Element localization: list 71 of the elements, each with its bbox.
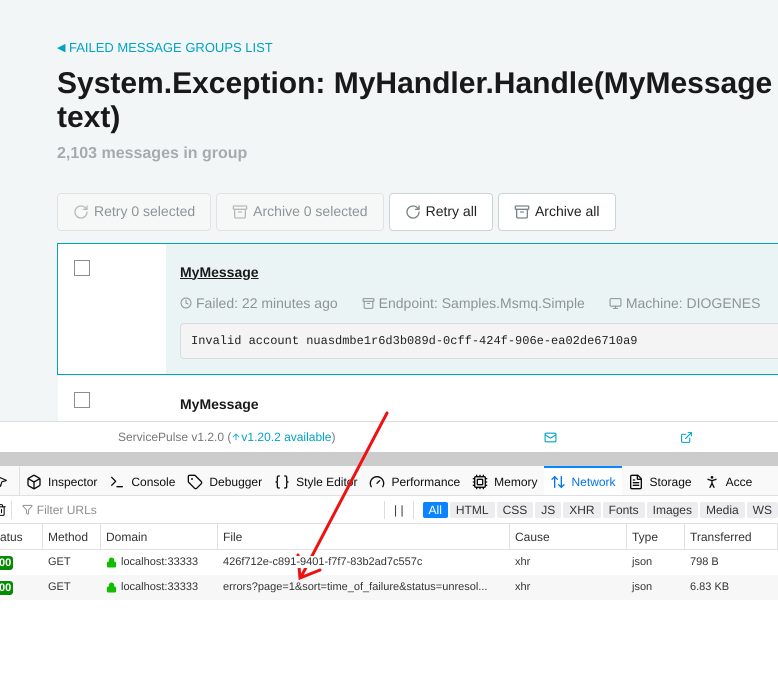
message-checkbox[interactable] xyxy=(74,392,90,408)
storage-icon xyxy=(628,474,644,490)
filter-icon xyxy=(22,504,33,515)
type-filter-button[interactable]: XHR xyxy=(563,502,601,518)
domain-cell-text: localhost:33333 xyxy=(121,580,198,596)
message-name[interactable]: MyMessage xyxy=(180,262,778,282)
message-card[interactable]: MyMessage Failed: 22 minutes ago Endpoint: Samples.Msmq.Simple Machine: DIOGENES Invalid account nuasdmbe1r6d3b089d-0cff-424f-906e-ea02de6710a9 xyxy=(57,242,778,374)
action-button[interactable]: Retry all xyxy=(388,192,493,230)
devtools-tab[interactable]: Debugger xyxy=(181,466,268,495)
external-link-icon[interactable] xyxy=(680,430,693,444)
column-header[interactable]: atus xyxy=(0,528,23,546)
chip-icon xyxy=(472,474,488,490)
devtools-tab[interactable]: Acce xyxy=(698,466,758,495)
devtools-tab[interactable]: Storage xyxy=(622,466,698,495)
exception-message: Invalid account nuasdmbe1r6d3b089d-0cff-424f-906e-ea02de6710a9 xyxy=(180,322,778,358)
pause-button[interactable]: | | xyxy=(385,500,413,518)
devtools-tab[interactable]: Network xyxy=(544,466,622,495)
type-filter-button[interactable]: JS xyxy=(535,502,562,518)
laptop-icon xyxy=(608,296,622,310)
type-filter-button[interactable]: WS xyxy=(746,502,778,518)
column-header[interactable]: Type xyxy=(632,528,658,546)
machine-name: Machine: DIOGENES xyxy=(626,294,760,312)
transferred-cell: 798 B xyxy=(690,556,719,568)
devtools-tab[interactable]: Console xyxy=(103,466,182,495)
cause-cell: xhr xyxy=(515,556,530,568)
console-icon xyxy=(109,474,126,490)
version-text: ServicePulse v1.2.0 ( v1.20.2 available) xyxy=(118,428,336,446)
braces-icon xyxy=(274,474,290,490)
inspector-icon xyxy=(26,474,42,490)
column-header[interactable]: Cause xyxy=(515,528,550,546)
file-cell: errors?page=1&sort=time_of_failure&status=unresol... xyxy=(223,581,488,594)
archive-icon xyxy=(232,204,248,220)
upgrade-icon xyxy=(231,431,242,443)
network-icon xyxy=(550,474,566,490)
mail-icon[interactable] xyxy=(544,430,557,444)
transferred-cell: 6.83 KB xyxy=(690,581,730,594)
page-title: System.Exception: MyHandler.Handle(MyMessage text) xyxy=(57,66,774,134)
type-filter-button[interactable]: HTML xyxy=(450,502,495,518)
file-cell: 426f712e-c891-9401-f7f7-83b2ad7c557c xyxy=(223,556,422,568)
cause-cell: xhr xyxy=(515,581,530,594)
endpoint-icon xyxy=(362,296,375,310)
retry-icon xyxy=(404,204,421,220)
clock-icon xyxy=(180,297,192,309)
type-filter-button[interactable]: CSS xyxy=(496,502,534,518)
failed-time: Failed: 22 minutes ago xyxy=(196,294,338,313)
devtools-tab[interactable]: Memory xyxy=(466,466,544,495)
devtools-tab[interactable]: Inspector xyxy=(20,466,104,495)
method-cell: GET xyxy=(48,581,71,594)
type-filter-button[interactable]: Images xyxy=(646,502,698,518)
lock-icon xyxy=(106,582,117,593)
column-header[interactable]: Method xyxy=(48,528,88,546)
type-cell: json xyxy=(632,556,652,568)
gauge-icon xyxy=(369,474,386,490)
archive-icon xyxy=(514,204,530,220)
endpoint-name: Endpoint: Samples.Msmq.Simple xyxy=(378,294,585,313)
method-cell: GET xyxy=(48,556,71,568)
message-checkbox[interactable] xyxy=(74,260,90,276)
type-filter-button[interactable]: Media xyxy=(700,502,745,518)
type-cell: json xyxy=(632,581,652,594)
devtools-tab[interactable]: Performance xyxy=(363,466,466,495)
action-button[interactable]: Archive all xyxy=(498,192,616,230)
message-count: 2,103 messages in group xyxy=(57,144,248,164)
type-filter-button[interactable]: Fonts xyxy=(602,502,645,518)
column-header[interactable]: File xyxy=(223,528,242,546)
type-filter-button[interactable]: All xyxy=(422,502,448,518)
retry-icon xyxy=(73,204,89,220)
lock-icon xyxy=(106,557,117,568)
column-header[interactable]: Transferred xyxy=(690,528,752,546)
domain-cell-text: localhost:33333 xyxy=(121,555,198,570)
column-header[interactable]: Domain xyxy=(106,528,148,546)
debugger-icon xyxy=(187,474,204,490)
